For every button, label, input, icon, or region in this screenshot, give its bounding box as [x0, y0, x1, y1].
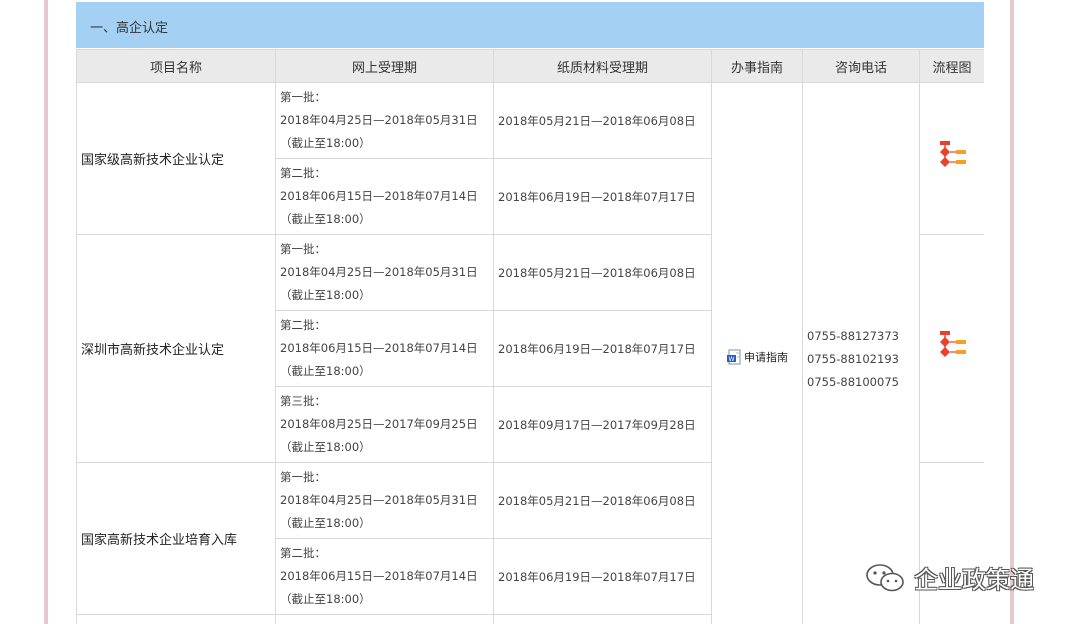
online-range: 2018年06月15日—2018年07月14日 — [280, 341, 478, 355]
paper-period-cell-next — [493, 614, 712, 624]
apply-guide-label: 申请指南 — [744, 351, 788, 364]
project-name: 国家级高新技术企业认定 — [76, 82, 276, 235]
paper-period-cell: 2018年06月19日—2018年07月17日 — [493, 310, 712, 387]
online-period-cell-next — [275, 614, 494, 624]
batch-label: 第一批： — [280, 470, 326, 484]
batch-label: 第三批： — [280, 394, 326, 408]
online-range: 2018年06月15日—2018年07月14日 — [280, 569, 478, 583]
project-name-next — [76, 614, 276, 624]
online-period-cell: 第三批： 2018年08月25日—2017年09月25日 （截止至18:00） — [275, 386, 494, 463]
flowchart-cell — [919, 234, 984, 463]
wechat-icon — [866, 563, 904, 591]
online-period-cell: 第一批： 2018年04月25日—2018年05月31日 （截止至18:00） — [275, 234, 494, 311]
project-name: 国家高新技术企业培育入库 — [76, 462, 276, 615]
document-icon: W — [727, 349, 741, 365]
table-row: 国家级高新技术企业认定 第一批： 2018年04月25日—2018年05月31日… — [76, 82, 984, 624]
paper-period-cell: 2018年06月19日—2018年07月17日 — [493, 538, 712, 615]
online-range: 2018年08月25日—2017年09月25日 — [280, 417, 478, 431]
flowchart-icon[interactable] — [936, 140, 968, 174]
paper-period-cell: 2018年05月21日—2018年06月08日 — [493, 234, 712, 311]
deadline-note: （截止至18:00） — [280, 592, 371, 606]
phone-cell: 0755-88127373 0755-88102193 0755-8810007… — [802, 82, 920, 624]
phone-number: 0755-88102193 — [807, 351, 899, 366]
header-flowchart: 流程图 — [919, 49, 984, 83]
flowchart-cell — [919, 82, 984, 235]
svg-text:W: W — [729, 356, 735, 363]
deadline-note: （截止至18:00） — [280, 516, 371, 530]
flowchart-cell-empty — [919, 462, 984, 624]
online-period-cell: 第二批： 2018年06月15日—2018年07月14日 （截止至18:00） — [275, 158, 494, 235]
online-period-cell: 第一批： 2018年04月25日—2018年05月31日 （截止至18:00） — [275, 462, 494, 539]
online-range: 2018年04月25日—2018年05月31日 — [280, 265, 478, 279]
deadline-note: （截止至18:00） — [280, 136, 371, 150]
online-range: 2018年06月15日—2018年07月14日 — [280, 189, 478, 203]
online-period-cell: 第二批： 2018年06月15日—2018年07月14日 （截止至18:00） — [275, 310, 494, 387]
apply-guide-link[interactable]: W 申请指南 — [726, 349, 788, 365]
frame-border-right — [1010, 0, 1014, 624]
deadline-note: （截止至18:00） — [280, 288, 371, 302]
batch-label: 第二批： — [280, 166, 326, 180]
header-guide: 办事指南 — [711, 49, 803, 83]
online-period-cell: 第一批： 2018年04月25日—2018年05月31日 （截止至18:00） — [275, 82, 494, 159]
deadline-note: （截止至18:00） — [280, 212, 371, 226]
guide-cell: W 申请指南 — [711, 82, 803, 624]
header-phone: 咨询电话 — [802, 49, 920, 83]
phone-number: 0755-88100075 — [807, 374, 899, 389]
online-period-cell: 第二批： 2018年06月15日—2018年07月14日 （截止至18:00） — [275, 538, 494, 615]
batch-label: 第二批： — [280, 546, 326, 560]
watermark-text: 企业政策通 — [914, 566, 1034, 594]
header-paper-period: 纸质材料受理期 — [493, 49, 712, 83]
table-header-row: 项目名称 网上受理期 纸质材料受理期 办事指南 咨询电话 流程图 — [76, 49, 984, 83]
paper-period-cell: 2018年09月17日—2017年09月28日 — [493, 386, 712, 463]
section-title: 一、高企认定 — [90, 21, 169, 36]
online-range: 2018年04月25日—2018年05月31日 — [280, 113, 478, 127]
batch-label: 第一批： — [280, 90, 326, 104]
header-online-period: 网上受理期 — [275, 49, 494, 83]
project-name: 深圳市高新技术企业认定 — [76, 234, 276, 463]
watermark: 企业政策通 — [864, 560, 1034, 595]
phone-number: 0755-88127373 — [807, 328, 899, 343]
flowchart-icon[interactable] — [936, 330, 968, 364]
policy-table: 项目名称 网上受理期 纸质材料受理期 办事指南 咨询电话 流程图 国家级高新技术… — [76, 49, 984, 624]
section-header: 一、高企认定 — [76, 2, 984, 48]
header-project-name: 项目名称 — [76, 49, 276, 83]
paper-period-cell: 2018年05月21日—2018年06月08日 — [493, 462, 712, 539]
deadline-note: （截止至18:00） — [280, 364, 371, 378]
batch-label: 第二批： — [280, 318, 326, 332]
paper-period-cell: 2018年06月19日—2018年07月17日 — [493, 158, 712, 235]
online-range: 2018年04月25日—2018年05月31日 — [280, 493, 478, 507]
content-container: 一、高企认定 项目名称 网上受理期 纸质材料受理期 办事指南 咨询电话 流程图 … — [76, 0, 984, 624]
deadline-note: （截止至18:00） — [280, 440, 371, 454]
frame-border-left — [44, 0, 48, 624]
batch-label: 第一批： — [280, 242, 326, 256]
paper-period-cell: 2018年05月21日—2018年06月08日 — [493, 82, 712, 159]
